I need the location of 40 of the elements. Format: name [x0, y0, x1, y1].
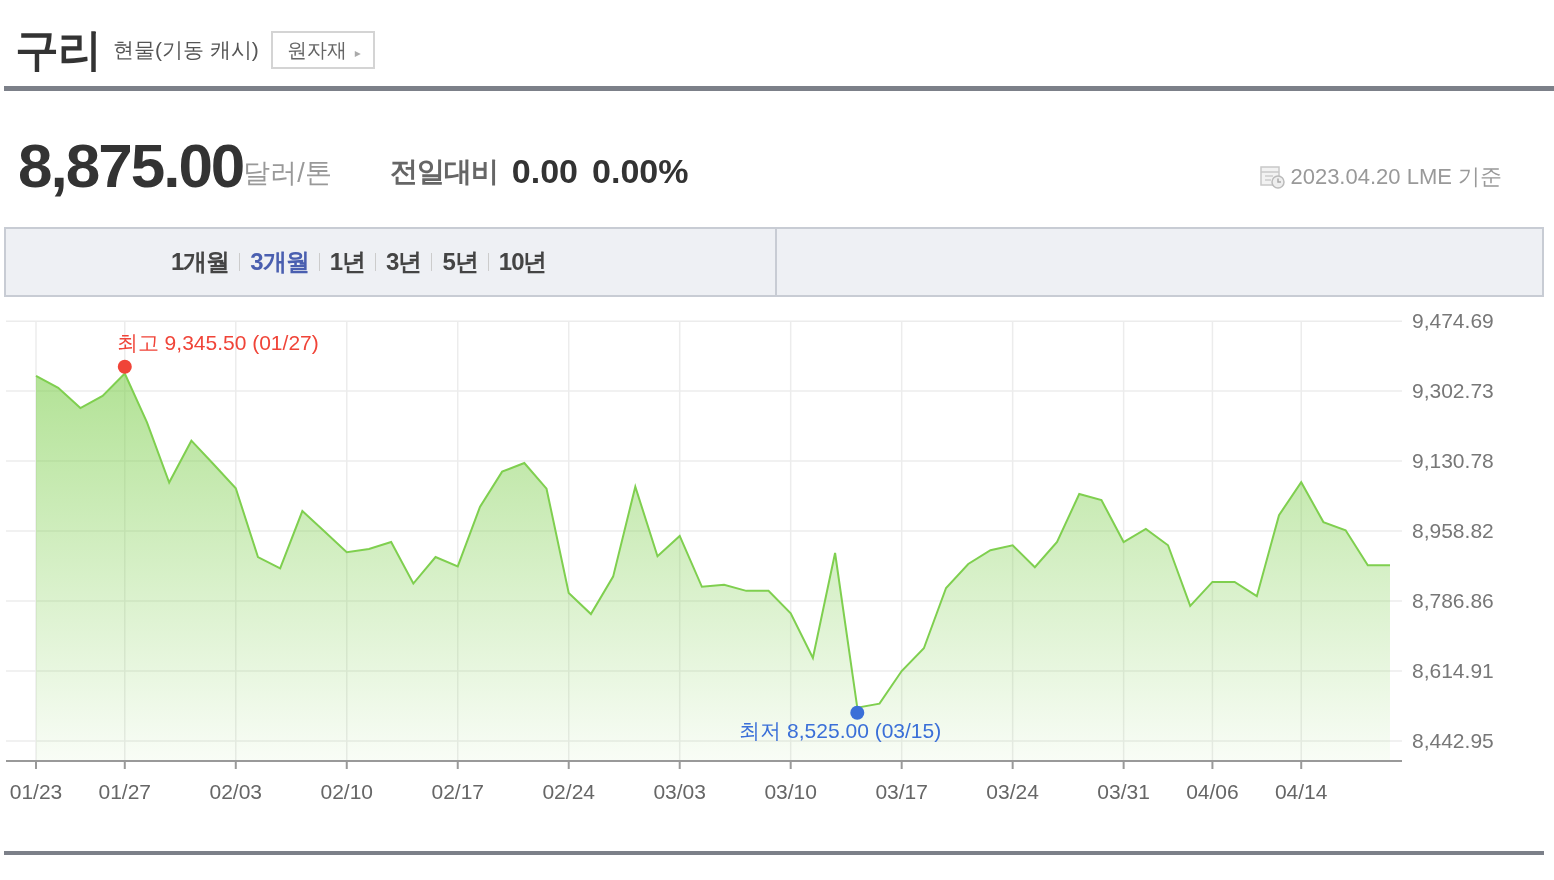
period-tab[interactable]: 1년 — [319, 247, 376, 277]
period-tab[interactable]: 5년 — [432, 247, 488, 277]
price-unit: 달러/톤 — [243, 156, 332, 190]
commodity-title: 구리 — [15, 28, 101, 72]
category-button[interactable]: 원자재 ▸ — [270, 31, 375, 69]
period-tab[interactable]: 10년 — [488, 247, 557, 277]
period-tab[interactable]: 3년 — [376, 247, 432, 277]
change-percent: 0.00% — [592, 151, 689, 192]
x-tick-label: 01/27 — [98, 780, 152, 803]
low-marker — [850, 705, 865, 720]
y-tick-label: 8,786.86 — [1412, 589, 1494, 613]
high-price-label: 최고 9,345.50 (01/27) — [116, 330, 319, 354]
x-tick-label: 04/06 — [1186, 780, 1239, 803]
x-tick-label: 03/31 — [1097, 780, 1150, 803]
y-tick-label: 9,474.69 — [1412, 311, 1494, 333]
period-tab[interactable]: 3개월 — [240, 247, 319, 277]
period-tab[interactable]: 1개월 — [161, 247, 240, 277]
y-tick-label: 8,442.95 — [1412, 729, 1494, 753]
x-tick-label: 02/24 — [542, 780, 595, 803]
x-tick-label: 03/24 — [986, 780, 1039, 803]
y-tick-label: 8,958.82 — [1412, 519, 1494, 543]
high-marker — [117, 359, 132, 374]
y-tick-label: 9,302.73 — [1412, 379, 1494, 403]
x-tick-label: 02/17 — [431, 780, 484, 803]
x-tick-label: 01/23 — [9, 780, 63, 803]
x-tick-label: 03/10 — [764, 780, 817, 803]
low-price-label: 최저 8,525.00 (03/15) — [739, 718, 942, 742]
x-tick-label: 04/14 — [1274, 780, 1328, 803]
as-of-date: 2023.04.20 LME 기준 — [1290, 163, 1502, 191]
change-value: 0.00 — [511, 151, 579, 192]
x-tick-label: 02/10 — [320, 780, 374, 803]
current-price: 8,875.00 — [18, 135, 244, 197]
x-tick-label: 03/17 — [875, 780, 928, 803]
y-tick-label: 8,614.91 — [1412, 659, 1494, 683]
x-tick-label: 02/03 — [209, 780, 263, 803]
calendar-clock-icon — [1260, 164, 1287, 189]
x-tick-label: 03/03 — [653, 780, 706, 803]
change-label: 전일대비 — [389, 155, 498, 189]
y-tick-label: 9,130.78 — [1412, 449, 1494, 473]
commodity-subtitle: 현물(기동 캐시) — [113, 37, 259, 64]
